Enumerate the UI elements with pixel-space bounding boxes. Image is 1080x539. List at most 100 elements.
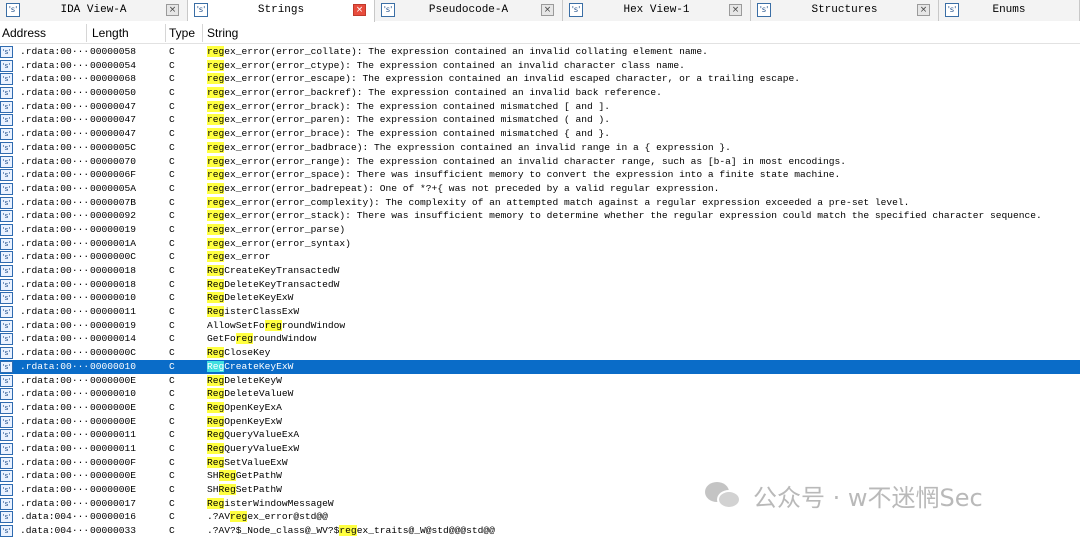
table-row[interactable]: 's' .rdata:00··· 0000005C Cregex_error(erro… bbox=[0, 141, 1080, 155]
search-match-highlight: reg bbox=[339, 525, 357, 537]
table-row[interactable]: 's' .data:004··· 00000033 C .?AV?$_Node_clas… bbox=[0, 524, 1080, 538]
address-cell: .rdata:00··· bbox=[20, 374, 88, 386]
column-divider[interactable] bbox=[202, 24, 203, 42]
string-entry-icon: 's' bbox=[0, 100, 13, 113]
table-row[interactable]: 's' .rdata:00··· 00000011 C RegQueryValueExW bbox=[0, 442, 1080, 456]
tab-label: Pseudocode-A bbox=[428, 4, 509, 16]
length-cell: 0000000E bbox=[90, 415, 137, 427]
table-row[interactable]: 's' .rdata:00··· 00000068 Cregex_error(erro… bbox=[0, 72, 1080, 86]
length-cell: 00000019 bbox=[90, 319, 137, 331]
close-icon[interactable]: × bbox=[917, 4, 930, 16]
string-cell: RegCreateKeyExW bbox=[207, 360, 1080, 374]
table-row[interactable]: 's' .rdata:00··· 0000000E C RegDeleteKeyW bbox=[0, 374, 1080, 388]
table-row[interactable]: 's' .rdata:00··· 00000058 Cregex_error(erro… bbox=[0, 45, 1080, 59]
type-cell: C bbox=[169, 292, 175, 304]
search-match-highlight: reg bbox=[207, 128, 225, 140]
search-match-highlight: Reg bbox=[207, 347, 225, 359]
search-match-highlight: Reg bbox=[207, 401, 225, 413]
length-cell: 00000058 bbox=[90, 46, 137, 57]
string-entry-icon: 's' bbox=[0, 360, 13, 373]
table-row[interactable]: 's' .rdata:00··· 0000000C C RegCloseKey bbox=[0, 346, 1080, 360]
column-divider[interactable] bbox=[165, 24, 166, 42]
search-match-highlight: reg bbox=[207, 196, 225, 208]
close-icon[interactable]: × bbox=[541, 4, 554, 16]
type-cell: C bbox=[169, 114, 175, 126]
address-cell: .rdata:00··· bbox=[20, 141, 88, 153]
string-text: roundWindow bbox=[281, 319, 346, 331]
string-text: roundWindow bbox=[253, 333, 317, 345]
string-cell: RegOpenKeyExA bbox=[207, 401, 1080, 415]
table-row[interactable]: 's' .rdata:00··· 00000047 Cregex_error(erro… bbox=[0, 100, 1080, 114]
search-match-highlight: reg bbox=[207, 59, 225, 71]
column-header-type[interactable]: Type bbox=[169, 26, 195, 40]
length-cell: 00000018 bbox=[90, 265, 137, 276]
table-row[interactable]: 's' .rdata:00··· 0000000E C RegOpenKeyExA bbox=[0, 401, 1080, 415]
search-match-highlight: Reg bbox=[207, 292, 225, 304]
close-icon[interactable]: × bbox=[166, 4, 179, 16]
type-cell: C bbox=[169, 265, 175, 276]
table-row[interactable]: 's' .rdata:00··· 00000050 Cregex_error(erro… bbox=[0, 86, 1080, 100]
string-cell: RegisterClassExW bbox=[207, 305, 1080, 319]
table-row[interactable]: 's' .rdata:00··· 00000047 Cregex_error(erro… bbox=[0, 127, 1080, 141]
type-cell: C bbox=[169, 401, 175, 413]
address-cell: .rdata:00··· bbox=[20, 347, 88, 359]
table-row[interactable]: 's' .rdata:00··· 00000014 C GetForegroundWin… bbox=[0, 332, 1080, 346]
tab-label: Hex View-1 bbox=[623, 4, 690, 16]
length-cell: 00000016 bbox=[90, 511, 137, 523]
string-entry-icon: 's' bbox=[0, 46, 13, 58]
search-match-highlight: reg bbox=[230, 511, 248, 523]
type-cell: C bbox=[169, 429, 175, 441]
table-row[interactable]: 's' .rdata:00··· 00000019 Cregex_error(erro… bbox=[0, 223, 1080, 237]
tab-structures[interactable]: 's' Structures × bbox=[751, 0, 939, 21]
string-entry-icon: 's' bbox=[0, 442, 13, 455]
column-header-address[interactable]: Address bbox=[2, 26, 46, 40]
string-entry-icon: 's' bbox=[0, 73, 13, 86]
table-row[interactable]: 's' .rdata:00··· 00000054 Cregex_error(erro… bbox=[0, 59, 1080, 73]
close-icon[interactable]: × bbox=[353, 4, 366, 16]
type-cell: C bbox=[169, 59, 175, 71]
table-row[interactable]: 's' .rdata:00··· 0000000F C RegSetValueExW bbox=[0, 456, 1080, 470]
table-row[interactable]: 's' .rdata:00··· 00000011 C RegisterClassExW bbox=[0, 305, 1080, 319]
close-icon[interactable]: × bbox=[729, 4, 742, 16]
table-row[interactable]: 's' .rdata:00··· 00000018 C RegCreateKeyTran… bbox=[0, 264, 1080, 278]
address-cell: .rdata:00··· bbox=[20, 388, 88, 400]
column-header-length[interactable]: Length bbox=[92, 26, 129, 40]
tab-strings[interactable]: 's' Strings × bbox=[188, 0, 375, 22]
table-row[interactable]: 's' .rdata:00··· 00000018 C RegDeleteKeyTran… bbox=[0, 278, 1080, 292]
tab-label: IDA View-A bbox=[60, 4, 127, 16]
table-row[interactable]: 's' .rdata:00··· 0000007B Cregex_error(erro… bbox=[0, 196, 1080, 210]
string-text: ex_error(error_badbrace): The expression… bbox=[224, 141, 731, 153]
column-divider[interactable] bbox=[86, 24, 87, 42]
length-cell: 0000000E bbox=[90, 401, 137, 413]
table-row[interactable]: 's' .rdata:00··· 0000000C Cregex_error bbox=[0, 250, 1080, 264]
table-row[interactable]: 's' .rdata:00··· 00000047 Cregex_error(erro… bbox=[0, 113, 1080, 127]
table-row[interactable]: 's' .rdata:00··· 00000019 C AllowSetForegrou… bbox=[0, 319, 1080, 333]
type-cell: C bbox=[169, 470, 175, 482]
table-row[interactable]: 's' .rdata:00··· 00000092 Cregex_error(erro… bbox=[0, 209, 1080, 223]
table-row[interactable]: 's' .rdata:00··· 00000011 C RegQueryValueExA bbox=[0, 428, 1080, 442]
address-cell: .rdata:00··· bbox=[20, 470, 88, 482]
table-row[interactable]: 's' .rdata:00··· 00000070 Cregex_error(erro… bbox=[0, 155, 1080, 169]
string-cell: regex_error bbox=[207, 250, 1080, 264]
search-match-highlight: reg bbox=[207, 210, 225, 222]
tab-hex-view-1[interactable]: 's' Hex View-1 × bbox=[563, 0, 751, 21]
tab-pseudocode-a[interactable]: 's' Pseudocode-A × bbox=[375, 0, 563, 21]
tab-ida-view-a[interactable]: 's' IDA View-A × bbox=[0, 0, 188, 21]
table-row[interactable]: 's' .rdata:00··· 0000000E C RegOpenKeyExW bbox=[0, 415, 1080, 429]
length-cell: 0000000C bbox=[90, 347, 137, 359]
table-row[interactable]: 's' .rdata:00··· 00000010 C RegDeleteValueW bbox=[0, 387, 1080, 401]
table-row[interactable]: 's' .rdata:00··· 0000006F Cregex_error(erro… bbox=[0, 168, 1080, 182]
string-entry-icon: 's' bbox=[0, 292, 13, 305]
table-row[interactable]: 's' .rdata:00··· 0000001A Cregex_error(erro… bbox=[0, 237, 1080, 251]
length-cell: 00000070 bbox=[90, 155, 137, 167]
table-row[interactable]: 's' .rdata:00··· 00000010 C RegCreateKeyExW bbox=[0, 359, 1080, 374]
table-row[interactable]: 's' .rdata:00··· 00000010 C RegDeleteKeyExW bbox=[0, 291, 1080, 305]
string-entry-icon: 's' bbox=[0, 87, 13, 100]
column-header-string[interactable]: String bbox=[207, 26, 238, 40]
tab-enums[interactable]: 's' Enums bbox=[939, 0, 1080, 21]
table-row[interactable]: 's' .rdata:00··· 0000005A Cregex_error(erro… bbox=[0, 182, 1080, 196]
type-cell: C bbox=[169, 319, 175, 331]
length-cell: 0000005C bbox=[90, 141, 137, 153]
string-cell: RegDeleteKeyTransactedW bbox=[207, 278, 1080, 292]
search-match-highlight: Reg bbox=[207, 388, 225, 400]
